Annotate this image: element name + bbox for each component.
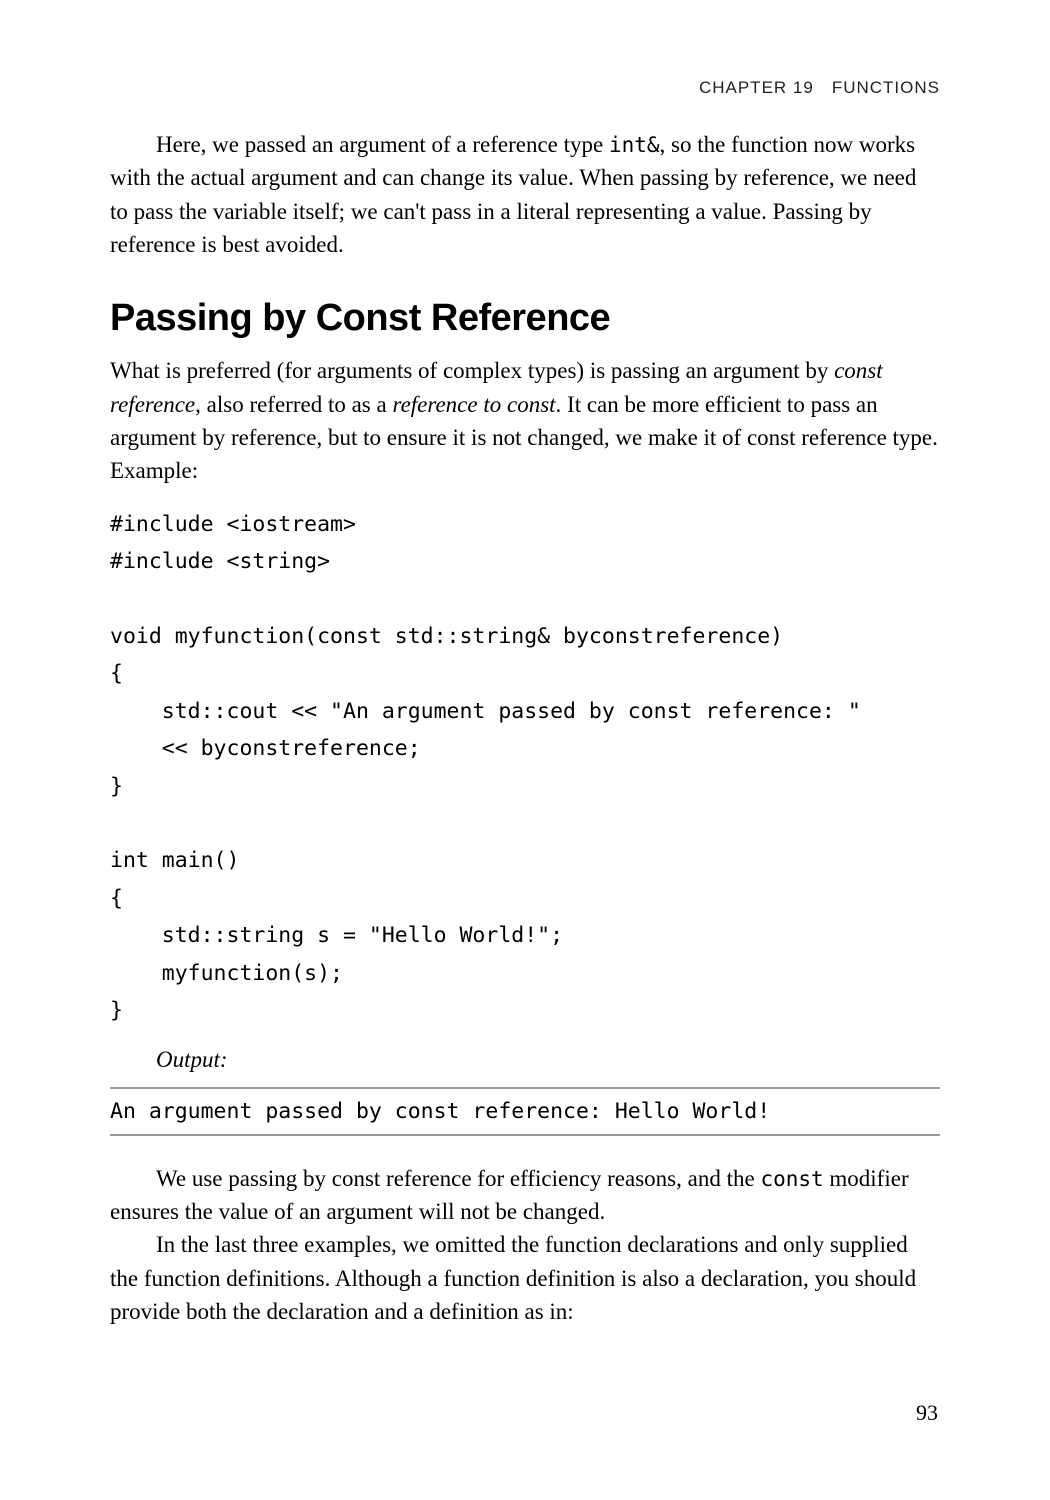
page-number: 93 bbox=[916, 1400, 938, 1426]
paragraph-description: What is preferred (for arguments of comp… bbox=[110, 354, 940, 487]
output-label: Output: bbox=[110, 1043, 940, 1076]
paragraph-declaration-note: In the last three examples, we omitted t… bbox=[110, 1228, 940, 1328]
chapter-title: FUNCTIONS bbox=[832, 78, 940, 97]
paragraph-intro: Here, we passed an argument of a referen… bbox=[110, 128, 940, 261]
output-line: An argument passed by const reference: H… bbox=[110, 1099, 940, 1124]
output-box: An argument passed by const reference: H… bbox=[110, 1087, 940, 1136]
section-heading: Passing by Const Reference bbox=[110, 297, 940, 340]
code-block-example: #include <iostream> #include <string> vo… bbox=[110, 506, 940, 1030]
italic-reference-to-const: reference to const bbox=[392, 392, 555, 417]
running-head: CHAPTER 19 FUNCTIONS bbox=[110, 78, 940, 98]
chapter-label: CHAPTER 19 bbox=[699, 78, 814, 97]
code-inline-const: const bbox=[760, 1167, 823, 1191]
page: CHAPTER 19 FUNCTIONS Here, we passed an … bbox=[0, 0, 1050, 1500]
paragraph-const-reason: We use passing by const reference for ef… bbox=[110, 1162, 940, 1229]
code-inline-intamp: int& bbox=[609, 133, 660, 157]
